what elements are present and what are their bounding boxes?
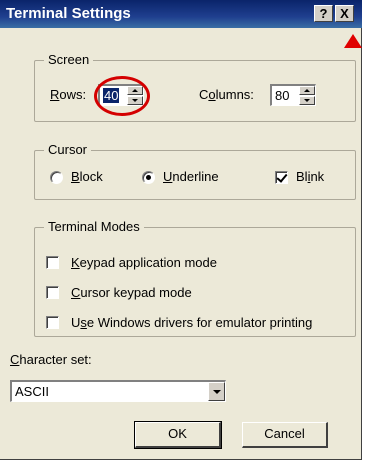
character-set-select[interactable]: ASCII — [10, 380, 226, 402]
cursor-keypad-mode-label[interactable]: Cursor keypad mode — [71, 285, 192, 300]
window-title: Terminal Settings — [6, 5, 131, 22]
character-set-value: ASCII — [15, 384, 49, 399]
cancel-button[interactable]: Cancel — [242, 422, 328, 448]
keypad-application-mode-checkbox[interactable] — [46, 256, 59, 269]
rows-label: Rows: — [50, 87, 87, 102]
help-button[interactable]: ? — [314, 5, 333, 22]
terminal-settings-dialog: Terminal Settings ? X Screen Rows: 40 Co… — [0, 0, 362, 460]
screen-legend: Screen — [44, 52, 94, 67]
blink-checkbox[interactable] — [275, 171, 288, 184]
ok-button[interactable]: OK — [134, 421, 222, 449]
terminal-modes-legend: Terminal Modes — [44, 219, 144, 234]
annotation-arrow-icon — [344, 34, 362, 48]
title-bar[interactable]: Terminal Settings ? X — [0, 0, 362, 28]
columns-down-arrow-icon[interactable] — [299, 96, 315, 105]
blink-label[interactable]: Blink — [296, 169, 324, 184]
use-windows-drivers-checkbox[interactable] — [46, 316, 59, 329]
columns-spinner[interactable]: 80 — [270, 84, 316, 106]
columns-value[interactable]: 80 — [275, 88, 289, 103]
underline-radio[interactable] — [142, 171, 155, 184]
annotation-circle — [94, 76, 150, 116]
close-button[interactable]: X — [335, 5, 354, 22]
character-set-label: Character set: — [10, 352, 92, 367]
underline-label[interactable]: Underline — [163, 169, 219, 184]
use-windows-drivers-label[interactable]: Use Windows drivers for emulator printin… — [71, 315, 312, 330]
cursor-legend: Cursor — [44, 142, 92, 157]
columns-up-arrow-icon[interactable] — [299, 86, 315, 95]
block-label[interactable]: Block — [71, 169, 103, 184]
block-radio[interactable] — [50, 171, 63, 184]
cursor-keypad-mode-checkbox[interactable] — [46, 286, 59, 299]
keypad-application-mode-label[interactable]: Keypad application mode — [71, 255, 217, 270]
columns-label: Columns: — [199, 87, 254, 102]
dropdown-arrow-icon[interactable] — [208, 382, 225, 401]
